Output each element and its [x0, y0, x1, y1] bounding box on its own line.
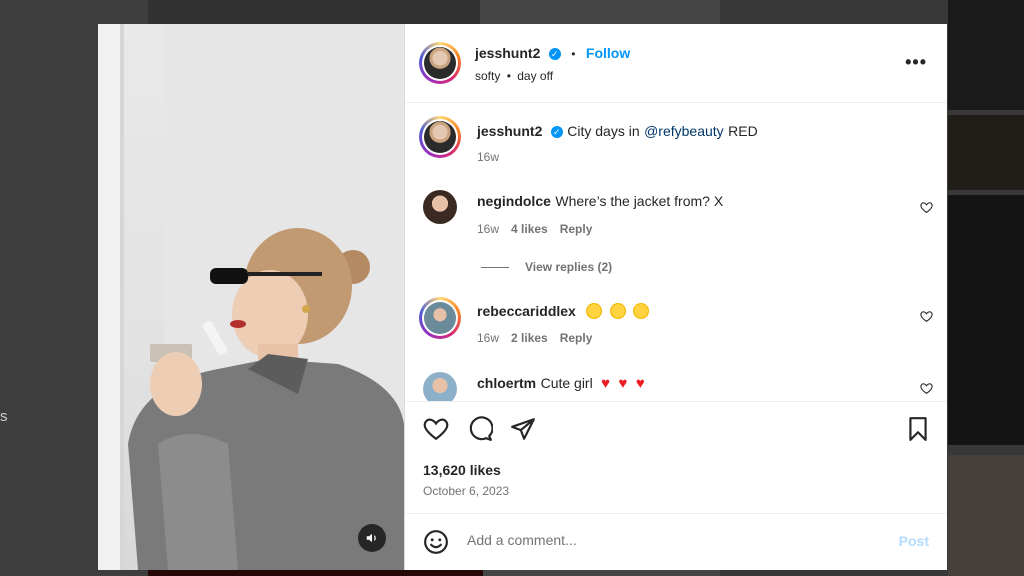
comment-meta: 16w 4 likes Reply	[477, 222, 592, 236]
caption-time: 16w	[477, 150, 500, 164]
view-replies-label: View replies (2)	[525, 260, 613, 274]
reply-button[interactable]: Reply	[560, 222, 593, 236]
heart-eyes-emoji-icon	[633, 303, 650, 319]
like-comment-icon[interactable]	[920, 201, 933, 214]
follow-button[interactable]: Follow	[586, 45, 630, 61]
comment-avatar[interactable]	[419, 297, 461, 339]
caption: jesshunt2 ✓ City days in @refybeauty RED	[477, 123, 758, 141]
reply-button[interactable]: Reply	[560, 331, 593, 345]
comment-username[interactable]: negindolce	[477, 193, 551, 209]
comment-time: 16w	[477, 222, 500, 236]
background-text: s	[0, 408, 8, 425]
comment-avatar[interactable]	[423, 372, 457, 401]
comment-time: 16w	[477, 331, 500, 345]
audio-label[interactable]: softy	[475, 69, 500, 83]
likes-count[interactable]: 13,620 likes	[423, 462, 501, 478]
comment-meta: 16w 2 likes Reply	[477, 331, 592, 345]
comment-item: rebeccariddlex	[477, 303, 650, 321]
separator-dot: •	[506, 69, 511, 83]
heart-eyes-emoji-icon	[586, 303, 603, 319]
comment-username[interactable]: rebeccariddlex	[477, 303, 576, 319]
comments-list[interactable]: jesshunt2 ✓ City days in @refybeauty RED…	[405, 103, 947, 401]
author-username[interactable]: jesshunt2	[475, 45, 540, 61]
save-icon[interactable]	[905, 416, 931, 442]
emoji-icon[interactable]	[423, 529, 449, 555]
like-icon[interactable]	[423, 416, 449, 442]
post-panel: jesshunt2 ✓ • Follow softy • day off •••…	[404, 24, 947, 570]
comment-avatar[interactable]	[423, 190, 457, 224]
comment-likes[interactable]: 2 likes	[511, 331, 548, 345]
caption-avatar[interactable]	[419, 116, 461, 158]
location-label[interactable]: day off	[517, 69, 553, 83]
comment-text: Cute girl	[540, 375, 593, 391]
add-comment-bar: Post	[405, 513, 947, 570]
divider	[481, 267, 509, 269]
red-heart-emoji-icon: ♥	[601, 375, 611, 392]
separator-dot: •	[571, 47, 576, 61]
comment-item: chloertm Cute girl ♥ ♥ ♥	[477, 375, 645, 393]
comment-input[interactable]	[465, 531, 869, 549]
red-heart-emoji-icon: ♥	[635, 375, 645, 392]
heart-eyes-emoji-icon	[609, 303, 626, 319]
post-media[interactable]	[98, 24, 404, 570]
caption-text: City days in	[567, 123, 640, 139]
comment-likes[interactable]: 4 likes	[511, 222, 548, 236]
post-header: jesshunt2 ✓ • Follow softy • day off •••	[405, 24, 947, 103]
comment-item: negindolce Where’s the jacket from? X	[477, 193, 723, 211]
verified-icon: ✓	[548, 48, 561, 60]
post-photo	[98, 24, 404, 570]
post-comment-button[interactable]: Post	[899, 533, 929, 549]
like-comment-icon[interactable]	[920, 310, 933, 323]
audio-toggle-button[interactable]	[358, 524, 386, 552]
caption-text-end: RED	[728, 123, 758, 139]
comment-icon[interactable]	[467, 416, 493, 442]
post-modal: jesshunt2 ✓ • Follow softy • day off •••…	[98, 24, 947, 570]
share-icon[interactable]	[510, 416, 536, 442]
verified-icon: ✓	[550, 126, 563, 138]
author-avatar[interactable]	[419, 42, 461, 84]
caption-mention[interactable]: @refybeauty	[644, 123, 724, 139]
speaker-icon	[366, 533, 376, 543]
comment-username[interactable]: chloertm	[477, 375, 536, 391]
view-replies-button[interactable]: View replies (2)	[481, 260, 612, 274]
post-date: October 6, 2023	[423, 484, 510, 498]
like-comment-icon[interactable]	[920, 382, 933, 395]
more-options-icon[interactable]: •••	[905, 52, 927, 73]
comment-text: Where’s the jacket from? X	[555, 193, 724, 209]
caption-username[interactable]: jesshunt2	[477, 123, 542, 139]
red-heart-emoji-icon: ♥	[618, 375, 628, 392]
